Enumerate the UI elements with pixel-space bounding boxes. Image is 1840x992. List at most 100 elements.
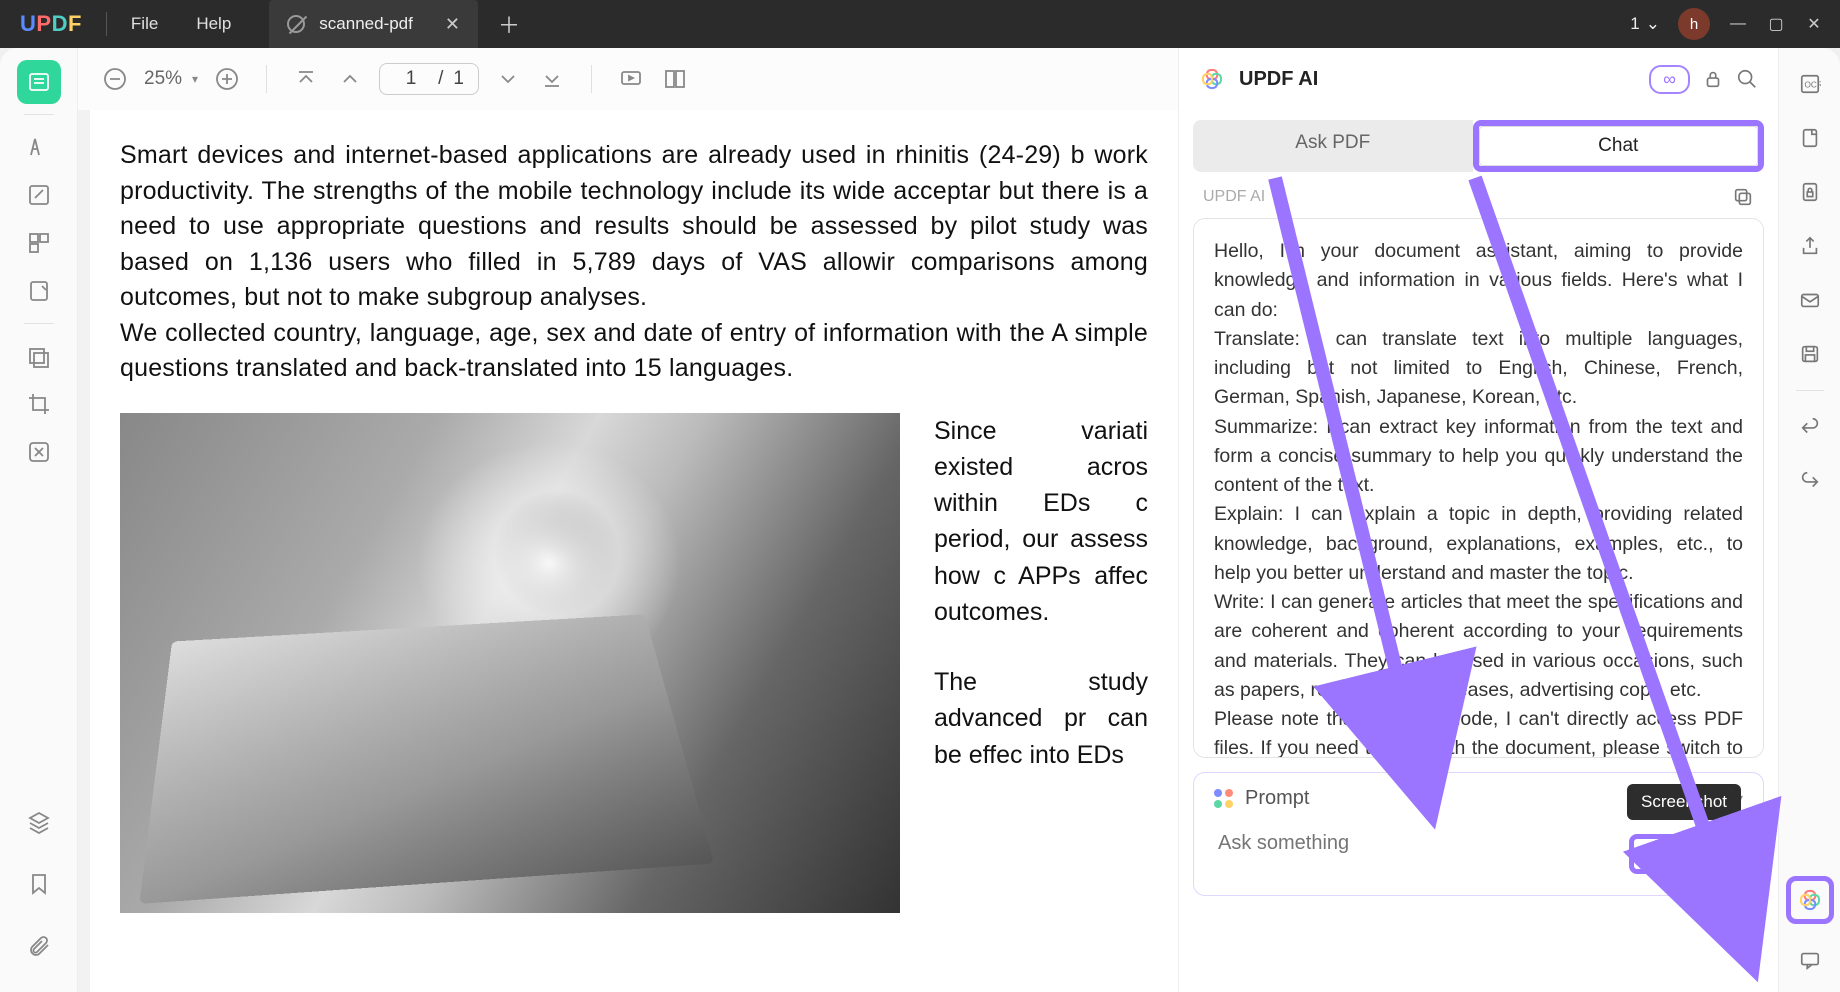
window-count[interactable]: 1 ⌄ <box>1630 14 1660 34</box>
share-button[interactable] <box>1792 228 1828 264</box>
page-separator: / <box>438 68 443 90</box>
center-area: 25% ▾ / 1 <box>78 48 1178 992</box>
right-sidebar: OCR <box>1778 48 1840 992</box>
ai-message-line: Summarize: I can extract key information… <box>1214 413 1743 501</box>
workspace: 25% ▾ / 1 <box>0 48 1840 992</box>
separator <box>24 323 54 324</box>
close-window-button[interactable]: ✕ <box>1804 14 1824 34</box>
ai-message-line: Translate: I can translate text into mul… <box>1214 325 1743 413</box>
image-upload-icon[interactable] <box>1640 843 1662 865</box>
updf-ai-logo-icon <box>1199 66 1225 92</box>
ai-message-line: Explain: I can explain a topic in depth,… <box>1214 500 1743 588</box>
close-tab-icon[interactable]: ✕ <box>445 14 460 35</box>
current-page-input[interactable] <box>394 68 428 90</box>
ai-toggle-button[interactable] <box>1795 885 1825 915</box>
user-avatar[interactable]: h <box>1678 8 1710 40</box>
ai-panel: UPDF AI ∞ Ask PDF Chat UPDF AI <box>1178 48 1778 992</box>
chevron-down-icon: ⌄ <box>1646 14 1660 34</box>
ai-panel-header: UPDF AI ∞ <box>1179 48 1778 110</box>
tab-ask-pdf[interactable]: Ask PDF <box>1193 120 1473 172</box>
redact-tool-button[interactable] <box>17 334 61 378</box>
screenshot-tooltip: Screenshot <box>1627 784 1741 820</box>
search-icon[interactable] <box>1736 68 1758 90</box>
prompt-dots-icon <box>1214 789 1233 808</box>
chevron-down-icon: ▾ <box>192 72 198 86</box>
unlimited-badge[interactable]: ∞ <box>1649 65 1690 94</box>
separator <box>1796 390 1824 391</box>
prompt-label: Prompt <box>1245 787 1309 810</box>
document-paragraph: Smart devices and internet-based applica… <box>120 138 1148 316</box>
layers-button[interactable] <box>17 800 61 844</box>
compress-tool-button[interactable] <box>17 430 61 474</box>
send-icon[interactable] <box>1721 841 1747 867</box>
bookmark-button[interactable] <box>17 862 61 906</box>
menu-file[interactable]: File <box>131 14 158 34</box>
ai-sender-label: UPDF AI <box>1203 188 1265 206</box>
tab-scanned-icon <box>287 15 305 33</box>
titlebar: UPDF File Help scanned-pdf ✕ ＋ 1 ⌄ h — ▢… <box>0 0 1840 48</box>
last-page-button[interactable] <box>537 64 567 94</box>
pdf-page: Smart devices and internet-based applica… <box>90 110 1178 992</box>
attachment-button[interactable] <box>17 924 61 968</box>
document-tab[interactable]: scanned-pdf ✕ <box>269 0 478 48</box>
document-viewport[interactable]: Smart devices and internet-based applica… <box>78 110 1178 992</box>
export-button[interactable] <box>1792 120 1828 156</box>
undo-button[interactable] <box>1792 409 1828 445</box>
ocr-button[interactable]: OCR <box>1792 66 1828 102</box>
page-layout-button[interactable] <box>660 64 690 94</box>
email-button[interactable] <box>1792 282 1828 318</box>
save-button[interactable] <box>1792 336 1828 372</box>
app-logo: UPDF <box>20 11 82 37</box>
zoom-value: 25% <box>144 68 182 90</box>
window-count-value: 1 <box>1630 14 1639 34</box>
presentation-button[interactable] <box>616 64 646 94</box>
tab-chat[interactable]: Chat <box>1479 126 1759 166</box>
ai-message-line: Please note that in [chat] mode, I can't… <box>1214 705 1743 758</box>
ai-input[interactable] <box>1210 822 1619 885</box>
tab-chat-highlight: Chat <box>1473 120 1765 172</box>
left-sidebar <box>0 48 78 992</box>
ai-toggle-highlight <box>1786 876 1834 924</box>
first-page-button[interactable] <box>291 64 321 94</box>
menu-help[interactable]: Help <box>196 14 231 34</box>
tab-title: scanned-pdf <box>319 14 413 34</box>
copy-icon[interactable] <box>1732 186 1754 208</box>
prev-page-button[interactable] <box>335 64 365 94</box>
svg-text:OCR: OCR <box>1804 81 1821 90</box>
reader-mode-button[interactable] <box>17 60 61 104</box>
zoom-out-button[interactable] <box>100 64 130 94</box>
crop-tool-button[interactable] <box>17 382 61 426</box>
zoom-in-button[interactable] <box>212 64 242 94</box>
document-column-text: Since variati existed acros within EDs c… <box>934 413 1148 631</box>
document-column-text: The study advanced pr can be effec into … <box>934 664 1148 773</box>
protect-button[interactable] <box>1792 174 1828 210</box>
redo-button[interactable] <box>1792 463 1828 499</box>
minimize-button[interactable]: — <box>1728 14 1748 34</box>
separator <box>591 65 592 93</box>
ai-message-line: Write: I can generate articles that meet… <box>1214 588 1743 705</box>
next-page-button[interactable] <box>493 64 523 94</box>
screenshot-icon[interactable] <box>1674 843 1696 865</box>
document-paragraph: We collected country, language, age, sex… <box>120 316 1148 387</box>
form-tool-button[interactable] <box>17 269 61 313</box>
document-image <box>120 413 900 913</box>
separator <box>106 12 107 36</box>
prompt-box: Prompt ▾ Screenshot <box>1193 772 1764 896</box>
separator <box>24 114 54 115</box>
comment-panel-button[interactable] <box>1792 942 1828 978</box>
ai-message: Hello, I'm your document assistant, aimi… <box>1193 218 1764 758</box>
total-pages: 1 <box>453 68 464 90</box>
zoom-level[interactable]: 25% ▾ <box>144 68 198 90</box>
comment-tool-button[interactable] <box>17 125 61 169</box>
organize-tool-button[interactable] <box>17 221 61 265</box>
maximize-button[interactable]: ▢ <box>1766 14 1786 34</box>
screenshot-tools-highlight <box>1629 834 1707 874</box>
edit-tool-button[interactable] <box>17 173 61 217</box>
ai-tabs: Ask PDF Chat <box>1179 110 1778 178</box>
ai-message-header: UPDF AI <box>1179 178 1778 212</box>
lock-icon[interactable] <box>1702 68 1724 90</box>
page-indicator: / 1 <box>379 63 479 95</box>
new-tab-button[interactable]: ＋ <box>498 8 520 40</box>
separator <box>266 65 267 93</box>
ai-panel-title: UPDF AI <box>1239 68 1318 91</box>
